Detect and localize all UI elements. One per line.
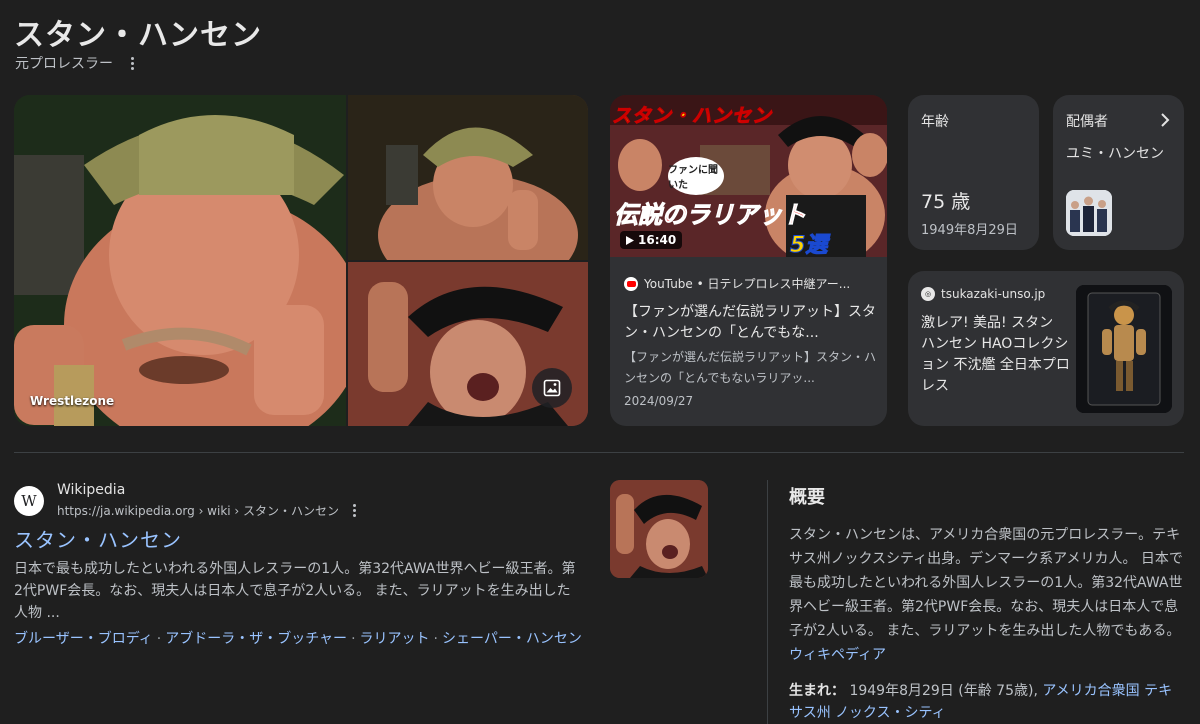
result-sitelinks: ブルーザー・ブロディ · アブドーラ・ザ・ブッチャー · ラリアット · シェーパー・ハンセ…	[14, 631, 582, 647]
image-top-right[interactable]	[348, 95, 588, 260]
spouse-label: 配偶者	[1066, 114, 1108, 130]
overview-body: スタン・ハンセンは、アメリカ合衆国の元プロレスラー。テキサス州ノックスシティ出身…	[789, 527, 1183, 639]
shopping-result-card[interactable]: ◎ tsukazaki-unso.jp 激レア! 美品! スタン ハンセン HA…	[908, 271, 1184, 426]
image-gallery-icon[interactable]	[532, 368, 572, 408]
section-divider	[14, 452, 1184, 453]
youtube-icon	[624, 276, 638, 291]
result-thumbnail[interactable]	[610, 480, 708, 578]
chevron-right-icon[interactable]	[1160, 113, 1170, 127]
video-title[interactable]: 【ファンが選んだ伝説ラリアット】スタン・ハンセンの「とんでもな...	[624, 302, 876, 344]
overview-source-link[interactable]: ウィキペディア	[789, 647, 886, 663]
thumbnail-count: 5選	[789, 233, 828, 258]
video-source-text: YouTube • 日テレプロレス中継アー...	[644, 277, 851, 291]
subtitle-row: 元プロレスラー	[15, 53, 138, 73]
video-date: 2024/09/27	[624, 394, 694, 408]
result-title-link[interactable]: スタン・ハンセン	[14, 524, 182, 553]
image-credit: Wrestlezone	[30, 394, 115, 408]
result-url-text: https://ja.wikipedia.org › wiki › スタン・ハン…	[57, 504, 340, 518]
result-url: https://ja.wikipedia.org › wiki › スタン・ハン…	[57, 502, 360, 519]
thumbnail-headline: 伝説のラリアット	[614, 201, 807, 230]
entity-subtitle: 元プロレスラー	[15, 56, 113, 72]
site-favicon-icon: ◎	[921, 287, 935, 301]
shop-title: 激レア! 美品! スタン ハンセン HAOコレクション 不沈艦 全日本プロレス	[921, 315, 1070, 394]
overview-text: スタン・ハンセンは、アメリカ合衆国の元プロレスラー。テキサス州ノックスシティ出身…	[789, 523, 1184, 667]
video-source: YouTube • 日テレプロレス中継アー...	[624, 275, 879, 292]
sitelink-butcher[interactable]: アブドーラ・ザ・ブッチャー	[165, 631, 347, 647]
sitelink-shaper-hansen[interactable]: シェーパー・ハンセン	[442, 631, 582, 647]
age-card[interactable]: 年齢 75 歳 1949年8月29日	[908, 95, 1039, 250]
main-image[interactable]: Wrestlezone	[14, 95, 346, 426]
spouse-photo-art	[1066, 190, 1112, 236]
thumbnail-bubble-text: ファンに聞いた	[668, 157, 724, 195]
wrestler-photo-2	[348, 95, 588, 260]
video-description: 【ファンが選んだ伝説ラリアット】スタン・ハンセンの「とんでもないラリアッ...	[624, 350, 876, 385]
column-divider	[767, 480, 768, 724]
thumbnail-banner-text: スタン・ハンセン	[611, 105, 773, 128]
sitelink-lariat[interactable]: ラリアット	[360, 631, 430, 647]
video-result-card[interactable]: スタン・ハンセン ファンに聞いた 伝説のラリアット 5選 16:40 YouTu…	[610, 95, 887, 426]
image-bottom-right[interactable]	[348, 262, 588, 426]
shop-source: ◎ tsukazaki-unso.jp	[921, 287, 1045, 301]
born-row: 生まれ： 1949年8月29日 (年齢 75歳), アメリカ合衆国 テキサス州 …	[789, 680, 1184, 724]
figure-box-art	[1076, 285, 1172, 413]
spouse-card[interactable]: 配偶者 ユミ・ハンセン	[1053, 95, 1184, 250]
sitelink-brody[interactable]: ブルーザー・ブロディ	[14, 631, 153, 647]
birth-date: 1949年8月29日	[921, 223, 1018, 238]
result-thumbnail-art	[610, 480, 708, 578]
page-title: スタン・ハンセン	[14, 18, 262, 53]
video-thumbnail[interactable]: スタン・ハンセン ファンに聞いた 伝説のラリアット 5選 16:40	[610, 95, 887, 257]
result-site-name: Wikipedia	[57, 482, 126, 498]
knowledge-panel-page: スタン・ハンセン 元プロレスラー Wrestlezone スタン・ハンセン ファ…	[0, 0, 1200, 724]
wrestler-photo-main	[14, 95, 346, 426]
product-image[interactable]	[1076, 285, 1172, 413]
shop-source-text: tsukazaki-unso.jp	[941, 287, 1046, 301]
overview-title: 概要	[789, 487, 825, 508]
age-label: 年齢	[921, 114, 949, 130]
play-icon	[626, 235, 634, 245]
spouse-photo[interactable]	[1066, 190, 1112, 236]
born-value: 1949年8月29日 (年齢 75歳),	[849, 683, 1038, 699]
duration-text: 16:40	[638, 233, 677, 247]
age-value: 75 歳	[921, 191, 971, 213]
result-snippet: 日本で最も成功したといわれる外国人レスラーの1人。第32代AWA世界ヘビー級王者…	[14, 561, 576, 621]
more-options-icon[interactable]	[127, 55, 138, 72]
wikipedia-favicon-icon: W	[14, 486, 44, 516]
born-label: 生まれ：	[789, 683, 845, 699]
spouse-name: ユミ・ハンセン	[1066, 146, 1164, 162]
video-duration: 16:40	[620, 231, 683, 249]
result-options-icon[interactable]	[349, 502, 360, 519]
